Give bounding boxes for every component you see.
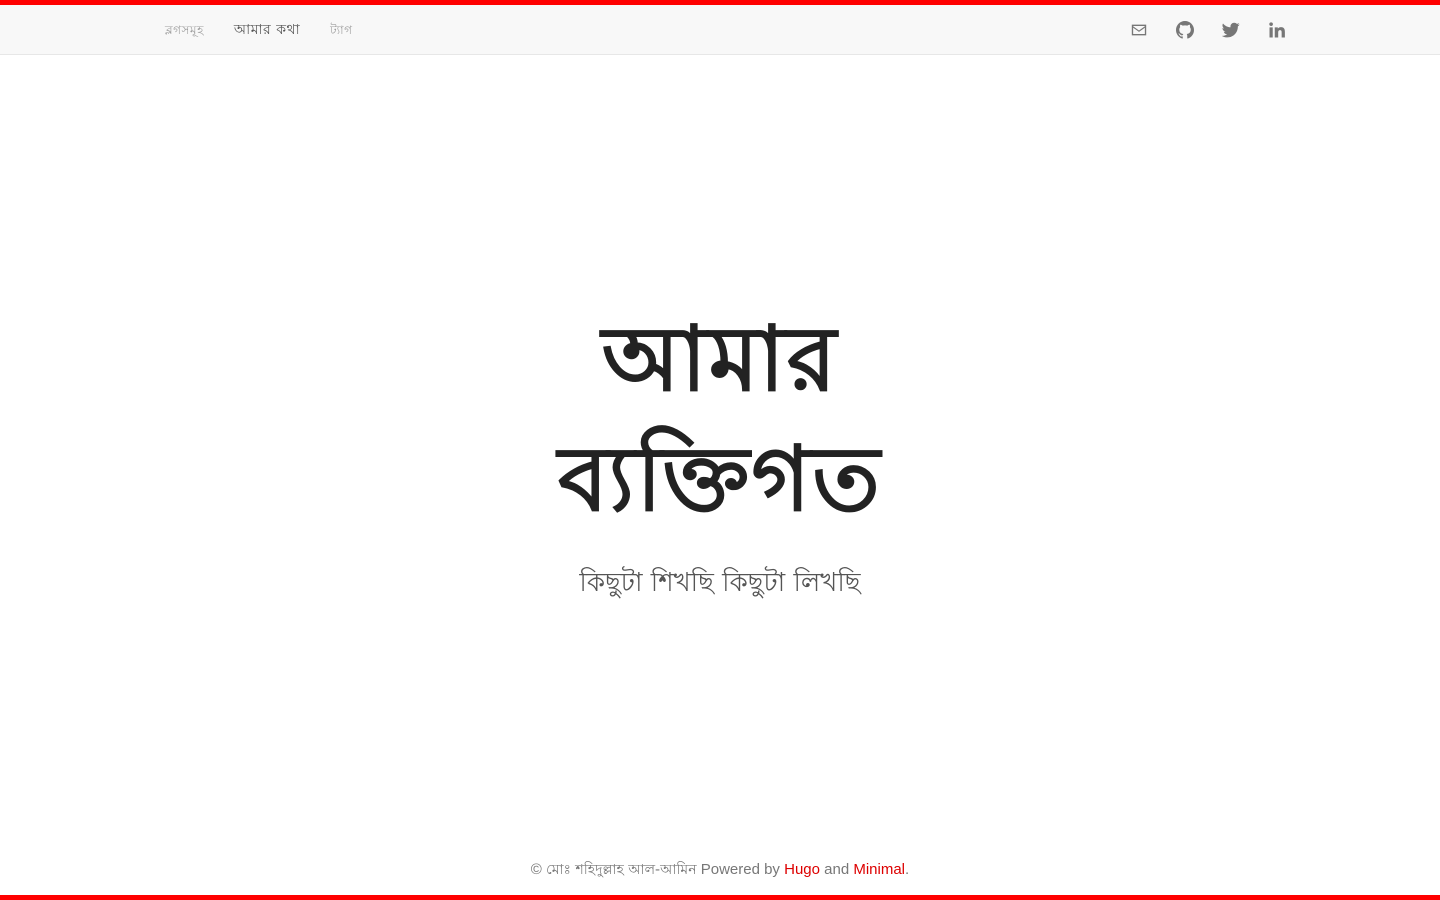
nav-menu: ব্লগসমূহ আমার কথা ট্যাগ xyxy=(150,5,368,55)
hero-subtitle: কিছুটা শিখছি কিছুটা লিখছি xyxy=(579,568,861,598)
twitter-icon xyxy=(1222,22,1240,38)
nav-link-tags[interactable]: ট্যাগ xyxy=(315,5,367,55)
github-icon xyxy=(1176,21,1194,39)
minimal-link[interactable]: Minimal xyxy=(853,861,905,878)
powered-by-text: Powered by xyxy=(700,861,780,878)
twitter-link[interactable] xyxy=(1208,5,1254,55)
github-link[interactable] xyxy=(1162,5,1208,55)
linkedin-link[interactable] xyxy=(1254,5,1300,55)
footer: © মোঃ শহিদুল্লাহ আল-আমিন Powered by Hugo… xyxy=(0,858,1440,882)
linkedin-icon xyxy=(1269,22,1285,38)
hero: আমার ব্যক্তিগত কিছুটা শিখছি কিছুটা লিখছি xyxy=(0,300,1440,598)
mail-icon xyxy=(1131,24,1147,36)
bottom-accent-border xyxy=(0,895,1440,900)
footer-period: . xyxy=(905,861,910,878)
social-links xyxy=(1116,5,1300,55)
nav-link-about[interactable]: আমার কথা xyxy=(219,5,315,55)
and-text: and xyxy=(824,861,850,878)
nav-link-blogs[interactable]: ব্লগসমূহ xyxy=(150,5,219,55)
hero-title-line2: ব্যক্তিগত xyxy=(558,427,882,532)
footer-owner: মোঃ শহিদুল্লাহ আল-আমিন xyxy=(546,862,697,878)
mail-link[interactable] xyxy=(1116,5,1162,55)
hero-title: আমার ব্যক্তিগত xyxy=(0,300,1440,540)
hero-title-line1: আমার xyxy=(601,307,839,412)
hugo-link[interactable]: Hugo xyxy=(784,861,820,878)
copyright-symbol: © xyxy=(530,861,542,878)
navbar: ব্লগসমূহ আমার কথা ট্যাগ xyxy=(0,5,1440,55)
